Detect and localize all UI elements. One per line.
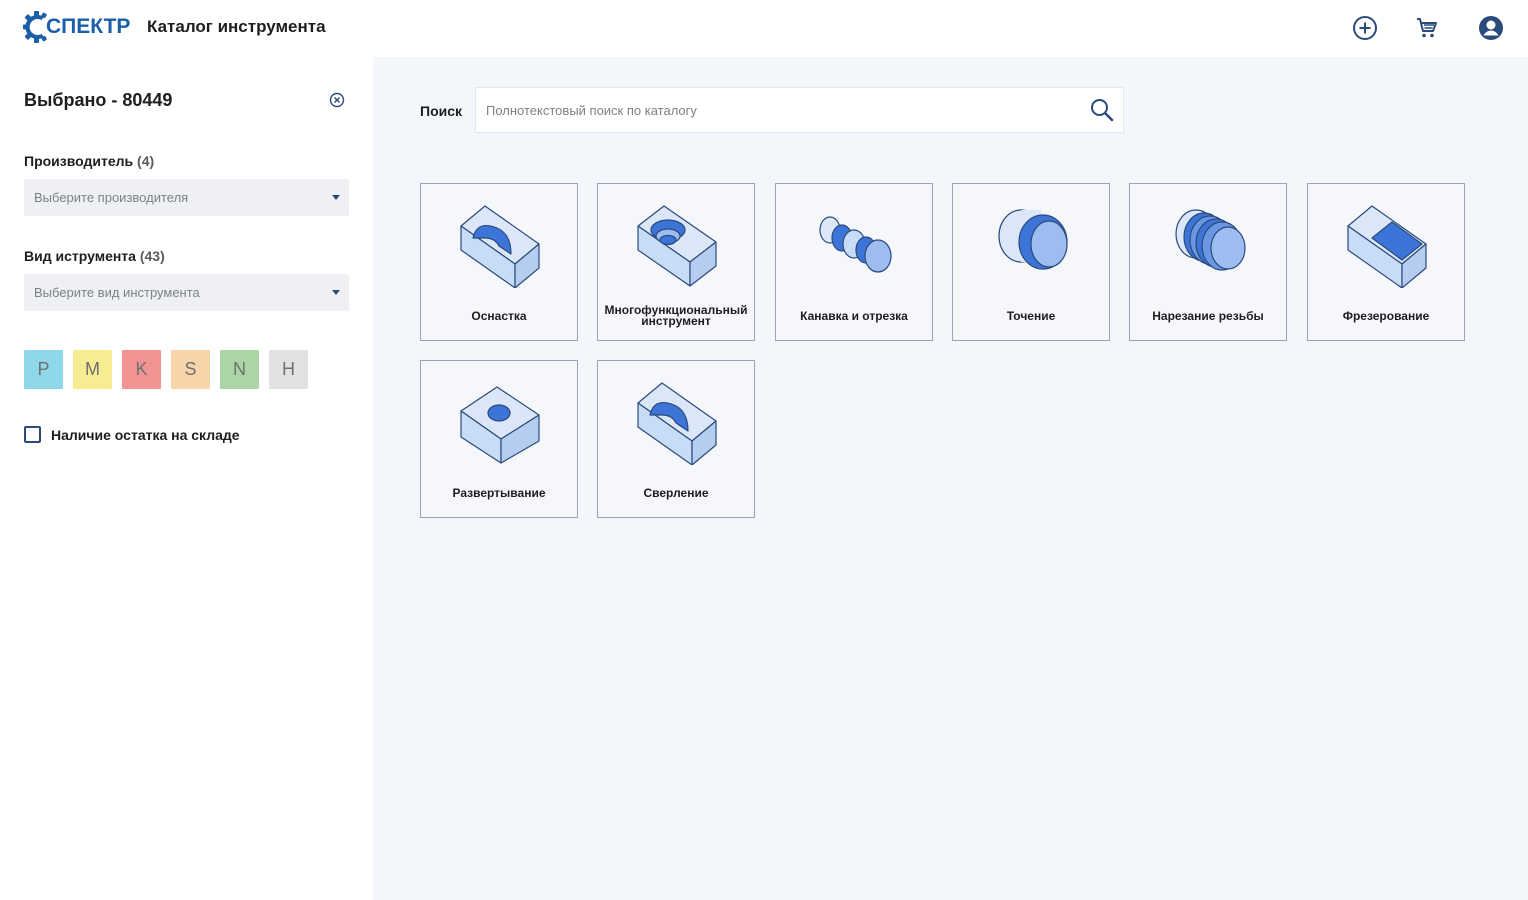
app-header: СПЕКТР Каталог инструмента (0, 0, 1528, 57)
search-icon[interactable] (1089, 97, 1115, 123)
drilling-icon (637, 382, 717, 465)
category-tile-milling[interactable]: Фрезерование (1307, 183, 1465, 341)
manufacturer-select-placeholder: Выберите производителя (34, 190, 189, 205)
stock-filter[interactable]: Наличие остатка на складе (24, 426, 240, 443)
category-tile-drilling[interactable]: Сверление (597, 360, 755, 518)
category-tile-turning[interactable]: Точение (952, 183, 1110, 341)
category-label: Оснастка (471, 309, 527, 323)
material-h-button[interactable]: H (269, 350, 308, 389)
page-title: Каталог инструмента (147, 17, 326, 36)
turning-icon (998, 209, 1068, 270)
material-k-button[interactable]: K (122, 350, 161, 389)
manufacturer-label-text: Производитель (24, 153, 134, 169)
tool-type-count: (43) (139, 248, 165, 264)
tool-type-select[interactable]: Выберите вид инструмента (24, 274, 349, 311)
tool-type-label-text: Вид иструмента (24, 248, 136, 264)
category-label: Фрезерование (1342, 309, 1430, 323)
category-label: Развертывание (452, 486, 546, 500)
selected-count-title: Выбрано - 80449 (24, 90, 173, 110)
catalog-main: Поиск Оснастка (373, 57, 1528, 900)
logo[interactable]: СПЕКТР (22, 9, 130, 45)
material-n-button[interactable]: N (220, 350, 259, 389)
gear-logo-icon (22, 10, 52, 44)
chevron-down-icon (332, 195, 340, 200)
reaming-icon (460, 386, 540, 464)
material-group-filters: P M K S N H (24, 350, 308, 389)
logo-text: СПЕКТР (46, 15, 131, 38)
category-label: Многофункциональный инструмент (604, 303, 748, 328)
multifunction-tool-icon (637, 205, 717, 287)
cart-icon[interactable] (1413, 14, 1441, 42)
material-p-button[interactable]: P (24, 350, 63, 389)
category-label: Точение (1006, 309, 1056, 323)
filter-sidebar: Выбрано - 80449 Производитель (4) Выбери… (0, 57, 373, 900)
category-tile-reaming[interactable]: Развертывание (420, 360, 578, 518)
tool-type-select-placeholder: Выберите вид инструмента (34, 285, 200, 300)
manufacturer-label: Производитель (4) (24, 153, 154, 169)
category-tile-multifunction[interactable]: Многофункциональный инструмент (597, 183, 755, 341)
manufacturer-select[interactable]: Выберите производителя (24, 179, 349, 216)
category-tile-fixture[interactable]: Оснастка (420, 183, 578, 341)
tool-type-label: Вид иструмента (43) (24, 248, 165, 264)
search-label: Поиск (420, 103, 463, 119)
milling-icon (1347, 205, 1427, 288)
category-label: Сверление (643, 486, 709, 500)
manufacturer-count: (4) (137, 153, 155, 169)
chevron-down-icon (332, 290, 340, 295)
category-tile-threading[interactable]: Нарезание резьбы (1129, 183, 1287, 341)
grooving-cutoff-icon (819, 216, 892, 273)
material-m-button[interactable]: M (73, 350, 112, 389)
category-tile-grooving[interactable]: Канавка и отрезка (775, 183, 933, 341)
fixture-block-icon (460, 205, 540, 288)
stock-checkbox[interactable] (24, 426, 41, 443)
add-circle-icon[interactable] (1351, 14, 1379, 42)
category-label: Нарезание резьбы (1152, 309, 1264, 323)
user-account-icon[interactable] (1477, 14, 1505, 42)
search-box (475, 87, 1124, 133)
material-s-button[interactable]: S (171, 350, 210, 389)
stock-label: Наличие остатка на складе (51, 426, 240, 443)
clear-filters-icon[interactable] (329, 92, 345, 108)
threading-icon (1175, 209, 1246, 271)
category-label: Канавка и отрезка (800, 309, 908, 323)
search-input[interactable] (486, 88, 1076, 132)
